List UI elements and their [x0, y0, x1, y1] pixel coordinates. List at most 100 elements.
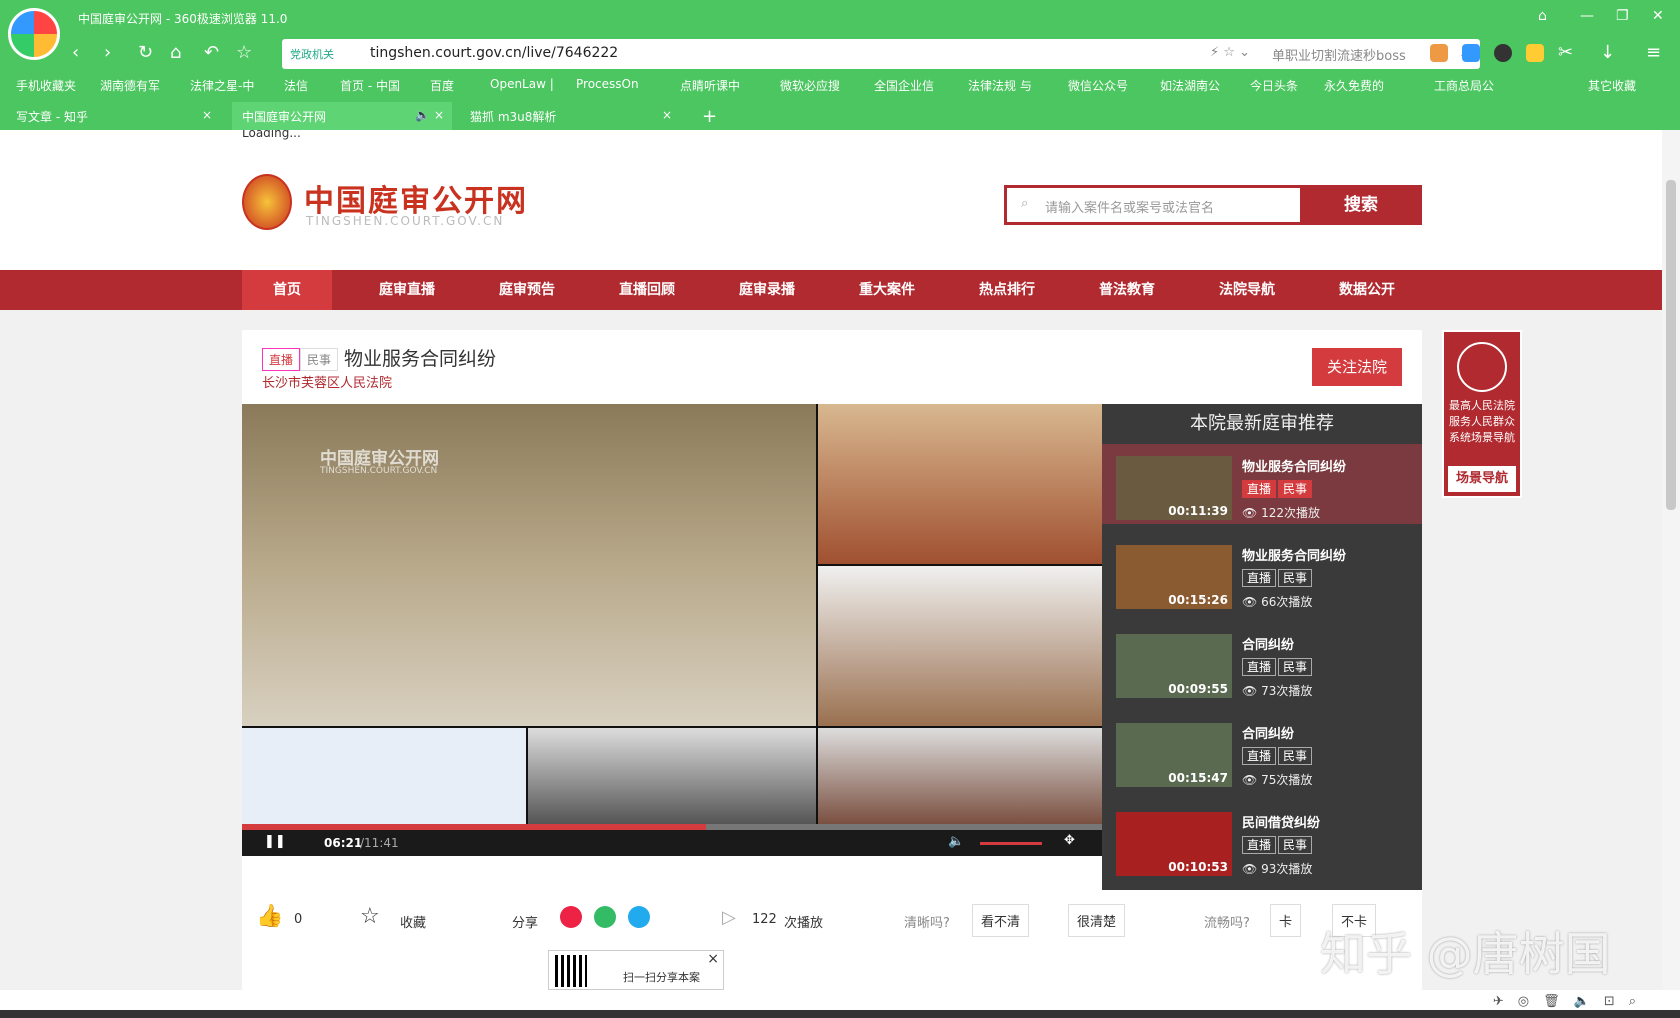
bookmark-item[interactable]: 湖南德有军 — [100, 77, 160, 94]
search-button[interactable]: 搜索 — [1300, 185, 1422, 225]
bookmark-item[interactable]: 如法湖南公 — [1160, 77, 1220, 94]
nav-item[interactable]: 普法教育 — [1082, 270, 1172, 310]
bookmark-item[interactable]: 今日头条 — [1250, 77, 1298, 94]
bookmark-item[interactable]: 永久免费的 — [1324, 77, 1384, 94]
reco-item-title[interactable]: 合同纠纷 — [1242, 723, 1294, 742]
reco-item-title[interactable]: 民间借贷纠纷 — [1242, 812, 1320, 831]
nav-item[interactable]: 庭审录播 — [722, 270, 812, 310]
bookmark-item[interactable]: 全国企业信 — [874, 77, 934, 94]
page-scrollbar[interactable] — [1662, 130, 1680, 990]
reco-thumbnail[interactable]: 00:09:55 — [1116, 634, 1232, 698]
nav-item[interactable]: 直播回顾 — [602, 270, 692, 310]
like-icon[interactable]: 👍 — [256, 904, 283, 929]
bookmark-item[interactable]: 法律法规 与 — [968, 77, 1032, 94]
search-input[interactable]: 请输入案件名或案号或法官名 — [1045, 197, 1214, 216]
reload-icon[interactable]: ↻ — [138, 42, 153, 63]
nav-item[interactable]: 庭审预告 — [482, 270, 572, 310]
tab-zhihu[interactable]: 写文章 - 知乎 × — [6, 102, 220, 130]
video-player[interactable]: 中国庭审公开网 TINGSHEN.COURT.GOV.CN ❚❚ 06:21 /… — [242, 404, 1102, 856]
star-icon[interactable]: ☆ — [236, 42, 252, 63]
bookmark-item[interactable]: 百度 — [430, 77, 454, 94]
address-search-hint[interactable]: 单职业切割流速秒boss — [1272, 45, 1406, 64]
close-tab-icon[interactable]: × — [202, 108, 212, 122]
bookmark-item[interactable]: 法信 — [284, 77, 308, 94]
tab-m3u8[interactable]: 猫抓 m3u8解析 × — [460, 102, 680, 130]
reco-item-title[interactable]: 合同纠纷 — [1242, 634, 1294, 653]
nav-item[interactable]: 庭审直播 — [362, 270, 452, 310]
bookmark-item[interactable]: OpenLaw | — [490, 77, 554, 91]
bookmark-item[interactable]: 工商总局公 — [1434, 77, 1494, 94]
extension-icon[interactable] — [1494, 44, 1512, 62]
reco-thumbnail[interactable]: 00:15:47 — [1116, 723, 1232, 787]
court-name[interactable]: 长沙市芙蓉区人民法院 — [262, 372, 392, 391]
bookmark-item[interactable]: 微信公众号 — [1068, 77, 1128, 94]
reco-item-title[interactable]: 物业服务合同纠纷 — [1242, 545, 1346, 564]
reco-item[interactable]: 00:11:39 物业服务合同纠纷 直播 民事 👁 122次播放 — [1102, 444, 1422, 524]
reco-item[interactable]: 00:10:53 民间借贷纠纷 直播 民事 👁 93次播放 — [1102, 800, 1422, 880]
collect-label[interactable]: 收藏 — [400, 912, 426, 931]
close-window-icon[interactable]: ✕ — [1652, 8, 1664, 24]
bookmark-item[interactable]: 首页 - 中国 — [340, 77, 400, 94]
back-icon[interactable]: ‹ — [72, 42, 79, 63]
url-text[interactable]: tingshen.court.gov.cn/live/7646222 — [370, 45, 618, 61]
bookmark-item[interactable]: 法律之星-中 — [190, 77, 254, 94]
bookmark-item[interactable]: ProcessOn — [576, 77, 639, 91]
site-search: ⌕ 请输入案件名或案号或法官名 搜索 — [1004, 185, 1422, 225]
wechat-icon[interactable] — [594, 906, 616, 928]
forward-icon[interactable]: › — [104, 42, 111, 63]
home-icon[interactable]: ⌂ — [170, 42, 181, 63]
nav-item[interactable]: 首页 — [242, 270, 332, 310]
status-icons[interactable]: ✈◎🗑🔈⊡⌕ — [1493, 994, 1650, 1009]
reco-plays: 👁 73次播放 — [1242, 682, 1312, 699]
download-icon[interactable]: ↓ — [1600, 42, 1615, 63]
close-tab-icon[interactable]: 🔈 × — [415, 108, 444, 122]
nav-item[interactable]: 法院导航 — [1202, 270, 1292, 310]
extension-icon[interactable] — [1430, 44, 1448, 62]
scissors-icon[interactable]: ✂ — [1558, 42, 1573, 63]
reco-thumbnail[interactable]: 00:15:26 — [1116, 545, 1232, 609]
menu-icon[interactable]: ≡ — [1646, 42, 1661, 63]
tab-tingshen[interactable]: 中国庭审公开网 🔈 × — [232, 102, 452, 130]
scene-nav-button[interactable]: 场景导航 — [1448, 466, 1516, 492]
reco-item-title[interactable]: 物业服务合同纠纷 — [1242, 456, 1346, 475]
extension-icon[interactable] — [1526, 44, 1544, 62]
bookmark-item[interactable]: 手机收藏夹 — [16, 77, 76, 94]
undo-icon[interactable]: ↶ — [204, 42, 219, 63]
reco-thumbnail[interactable]: 00:11:39 — [1116, 456, 1232, 520]
camera-view-room — [528, 728, 816, 824]
reco-item[interactable]: 00:15:26 物业服务合同纠纷 直播 民事 👁 66次播放 — [1102, 533, 1422, 613]
stuck-button[interactable]: 卡 — [1270, 904, 1302, 937]
weibo-icon[interactable] — [560, 906, 582, 928]
collect-star-icon[interactable]: ☆ — [360, 904, 380, 929]
bookmark-item[interactable]: 微软必应搜 — [780, 77, 840, 94]
follow-court-button[interactable]: 关注法院 — [1312, 348, 1402, 386]
skin-icon[interactable]: ⌂ — [1538, 8, 1547, 24]
new-tab-icon[interactable]: + — [692, 100, 727, 128]
close-tab-icon[interactable]: × — [662, 108, 672, 122]
qq-icon[interactable] — [628, 906, 650, 928]
scroll-thumb[interactable] — [1666, 180, 1676, 510]
clarity-question: 清晰吗? — [904, 916, 950, 931]
reco-thumbnail[interactable]: 00:10:53 — [1116, 812, 1232, 876]
pause-icon[interactable]: ❚❚ — [264, 834, 286, 849]
close-icon[interactable]: × — [707, 951, 719, 967]
nav-item[interactable]: 热点排行 — [962, 270, 1052, 310]
reco-item[interactable]: 00:09:55 合同纠纷 直播 民事 👁 73次播放 — [1102, 622, 1422, 702]
very-clear-button[interactable]: 很清楚 — [1068, 904, 1126, 937]
restore-icon[interactable]: ❐ — [1616, 8, 1629, 24]
bookmark-star-icon[interactable]: ⚡ ☆ ⌄ — [1210, 45, 1250, 60]
nav-item[interactable]: 数据公开 — [1322, 270, 1412, 310]
nav-item[interactable]: 重大案件 — [842, 270, 932, 310]
volume-icon[interactable]: 🔈 — [948, 834, 964, 849]
bookmark-item[interactable]: 点睛听课中 — [680, 77, 740, 94]
address-bar[interactable]: 党政机关 tingshen.court.gov.cn/live/7646222 … — [282, 39, 1480, 69]
volume-slider[interactable] — [980, 842, 1042, 845]
minimize-icon[interactable]: — — [1580, 8, 1594, 24]
reco-item[interactable]: 00:15:47 合同纠纷 直播 民事 👁 75次播放 — [1102, 711, 1422, 791]
extension-icon[interactable] — [1462, 44, 1480, 62]
scene-nav-ad[interactable]: 最高人民法院服务人民群众系统场景导航 场景导航 — [1442, 330, 1522, 498]
fullscreen-icon[interactable]: ✥ — [1064, 833, 1075, 848]
bookmark-item[interactable]: 其它收藏 — [1588, 77, 1636, 94]
title-bar: 中国庭审公开网 - 360极速浏览器 11.0 ⌂ — ❐ ✕ — [0, 0, 1680, 60]
not-clear-button[interactable]: 看不清 — [972, 904, 1030, 937]
